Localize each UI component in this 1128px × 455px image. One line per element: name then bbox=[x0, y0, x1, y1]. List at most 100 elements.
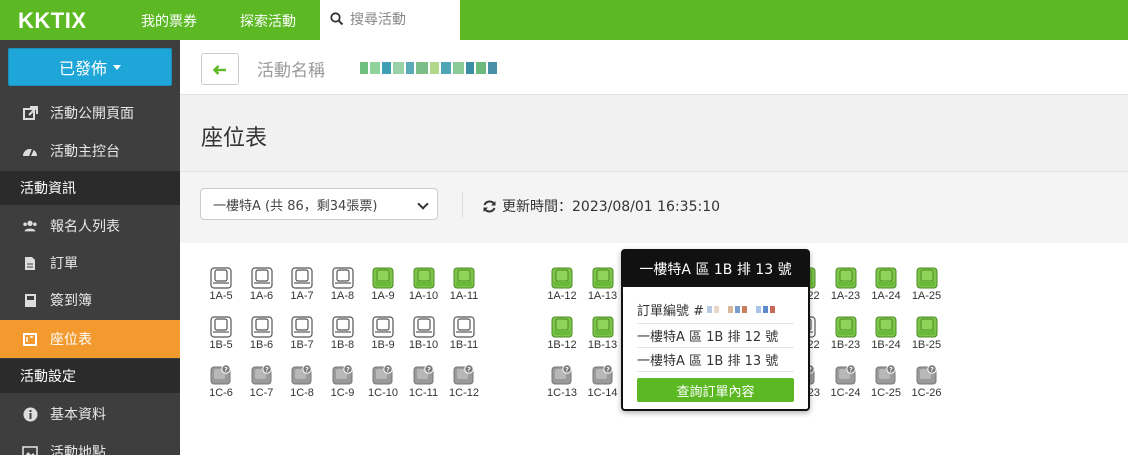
seat-empty-icon bbox=[282, 267, 322, 289]
info-icon bbox=[22, 406, 38, 422]
seat-1c-12[interactable]: ? 1C-12 bbox=[444, 364, 484, 412]
seat-1b-7[interactable]: 1B-7 bbox=[282, 316, 322, 364]
sidebar-section-event-info: 活動資訊 bbox=[0, 171, 180, 205]
seat-1c-9[interactable]: ? 1C-9 bbox=[323, 364, 363, 412]
seat-1b-24[interactable]: 1B-24 bbox=[866, 316, 906, 364]
seat-1a-7[interactable]: 1A-7 bbox=[282, 267, 322, 315]
seat-label: 1A-13 bbox=[587, 290, 618, 302]
seat-unknown-icon: ? bbox=[242, 364, 282, 386]
sidebar-item-seat-map[interactable]: 座位表 bbox=[0, 320, 180, 358]
seat-1a-12[interactable]: 1A-12 bbox=[542, 267, 582, 315]
seat-1c-24[interactable]: ? 1C-24 bbox=[826, 364, 866, 412]
seat-empty-icon bbox=[323, 316, 363, 338]
order-number: 訂單編號 # bbox=[637, 296, 794, 324]
seat-label: 1A-7 bbox=[290, 290, 314, 302]
svg-text:?: ? bbox=[849, 365, 853, 373]
seat-1a-10[interactable]: 1A-10 bbox=[404, 267, 444, 315]
seat-sold-icon bbox=[542, 316, 582, 338]
search-input[interactable] bbox=[350, 12, 450, 28]
seat-1c-25[interactable]: ? 1C-25 bbox=[866, 364, 906, 412]
seat-sold-icon bbox=[542, 267, 582, 289]
seat-label: 1C-8 bbox=[290, 387, 314, 399]
seat-empty-icon bbox=[444, 316, 484, 338]
seat-empty-icon bbox=[323, 267, 363, 289]
svg-text:?: ? bbox=[305, 365, 309, 373]
back-button[interactable] bbox=[201, 53, 239, 85]
sidebar-item-dashboard[interactable]: 活動主控台 bbox=[0, 132, 180, 170]
sidebar-item-label: 座位表 bbox=[50, 332, 92, 348]
seat-1b-23[interactable]: 1B-23 bbox=[826, 316, 866, 364]
seat-1c-7[interactable]: ? 1C-7 bbox=[242, 364, 282, 412]
nav-explore-events[interactable]: 探索活動 bbox=[240, 11, 296, 31]
seat-empty-icon bbox=[404, 316, 444, 338]
seat-label: 1B-8 bbox=[330, 339, 355, 351]
seat-label: 1A-23 bbox=[830, 290, 861, 302]
seat-1a-23[interactable]: 1A-23 bbox=[826, 267, 866, 315]
seat-1b-12[interactable]: 1B-12 bbox=[542, 316, 582, 364]
top-bar: KKTIX 我的票券 探索活動 bbox=[0, 0, 1128, 40]
seat-1a-13[interactable]: 1A-13 bbox=[583, 267, 623, 315]
sidebar-item-label: 基本資料 bbox=[50, 407, 106, 423]
seat-1b-6[interactable]: 1B-6 bbox=[242, 316, 282, 364]
seat-1c-11[interactable]: ? 1C-11 bbox=[404, 364, 444, 412]
seat-1a-24[interactable]: 1A-24 bbox=[866, 267, 906, 315]
refresh-button[interactable]: 更新時間：2023/08/01 16:35:10 bbox=[482, 196, 720, 216]
book-icon bbox=[22, 292, 38, 308]
sidebar-item-public-page[interactable]: 活動公開頁面 bbox=[0, 94, 180, 132]
search-box[interactable] bbox=[320, 0, 460, 40]
seat-1c-6[interactable]: ? 1C-6 bbox=[201, 364, 241, 412]
seat-label: 1B-10 bbox=[408, 339, 439, 351]
seat-1a-9[interactable]: 1A-9 bbox=[363, 267, 403, 315]
seat-1c-13[interactable]: ? 1C-13 bbox=[542, 364, 582, 412]
seat-1b-9[interactable]: 1B-9 bbox=[363, 316, 403, 364]
dashboard-icon bbox=[22, 143, 38, 159]
popup-seat-line: 一樓特A 區 1B 排 12 號 bbox=[637, 324, 794, 348]
sidebar-item-attendees[interactable]: 報名人列表 bbox=[0, 207, 180, 245]
seat-1b-11[interactable]: 1B-11 bbox=[444, 316, 484, 364]
image-icon bbox=[22, 444, 38, 455]
zone-select[interactable]: 一樓特A (共 86，剩34張票) bbox=[200, 188, 438, 220]
seat-1c-8[interactable]: ? 1C-8 bbox=[282, 364, 322, 412]
seat-sold-icon bbox=[826, 316, 866, 338]
seat-1b-8[interactable]: 1B-8 bbox=[323, 316, 363, 364]
breadcrumb: 活動名稱 bbox=[180, 40, 1128, 95]
seat-1b-25[interactable]: 1B-25 bbox=[907, 316, 947, 364]
seat-label: 1A-10 bbox=[408, 290, 439, 302]
seat-1b-10[interactable]: 1B-10 bbox=[404, 316, 444, 364]
seat-1c-14[interactable]: ? 1C-14 bbox=[583, 364, 623, 412]
seat-sold-icon bbox=[363, 267, 403, 289]
seat-1a-6[interactable]: 1A-6 bbox=[242, 267, 282, 315]
seat-sold-icon bbox=[826, 267, 866, 289]
sidebar: 已發佈 活動公開頁面 活動主控台 活動資訊 報名人列表 訂單 簽到簿 座位表 活… bbox=[0, 40, 180, 455]
caret-down-icon bbox=[113, 64, 121, 70]
sidebar-item-checkin[interactable]: 簽到簿 bbox=[0, 281, 180, 319]
seat-1c-10[interactable]: ? 1C-10 bbox=[363, 364, 403, 412]
seat-1b-5[interactable]: 1B-5 bbox=[201, 316, 241, 364]
seat-unknown-icon: ? bbox=[907, 364, 947, 386]
popup-title: 一樓特A 區 1B 排 13 號 bbox=[623, 251, 808, 287]
event-name-label: 活動名稱 bbox=[257, 61, 325, 81]
seat-1c-26[interactable]: ? 1C-26 bbox=[907, 364, 947, 412]
seat-empty-icon bbox=[282, 316, 322, 338]
seat-unknown-icon: ? bbox=[201, 364, 241, 386]
status-dropdown-button[interactable]: 已發佈 bbox=[8, 48, 172, 86]
seat-label: 1C-6 bbox=[209, 387, 233, 399]
seat-1a-11[interactable]: 1A-11 bbox=[444, 267, 484, 315]
seat-1a-5[interactable]: 1A-5 bbox=[201, 267, 241, 315]
sidebar-item-basic-info[interactable]: 基本資料 bbox=[0, 395, 180, 433]
nav-my-tickets[interactable]: 我的票券 bbox=[141, 11, 197, 31]
kktix-logo[interactable]: KKTIX bbox=[18, 8, 87, 34]
sidebar-item-venue[interactable]: 活動地點 bbox=[0, 433, 180, 455]
seat-sold-icon bbox=[583, 267, 623, 289]
seat-1a-25[interactable]: 1A-25 bbox=[907, 267, 947, 315]
sidebar-item-orders[interactable]: 訂單 bbox=[0, 244, 180, 282]
users-icon bbox=[22, 218, 38, 234]
query-order-button[interactable]: 查詢訂單內容 bbox=[637, 378, 794, 402]
seat-1b-13[interactable]: 1B-13 bbox=[583, 316, 623, 364]
seat-1a-8[interactable]: 1A-8 bbox=[323, 267, 363, 315]
seat-label: 1B-5 bbox=[209, 339, 233, 351]
refresh-icon bbox=[482, 199, 497, 214]
seat-sold-icon bbox=[866, 316, 906, 338]
seat-label: 1B-7 bbox=[290, 339, 314, 351]
svg-text:?: ? bbox=[889, 365, 893, 373]
